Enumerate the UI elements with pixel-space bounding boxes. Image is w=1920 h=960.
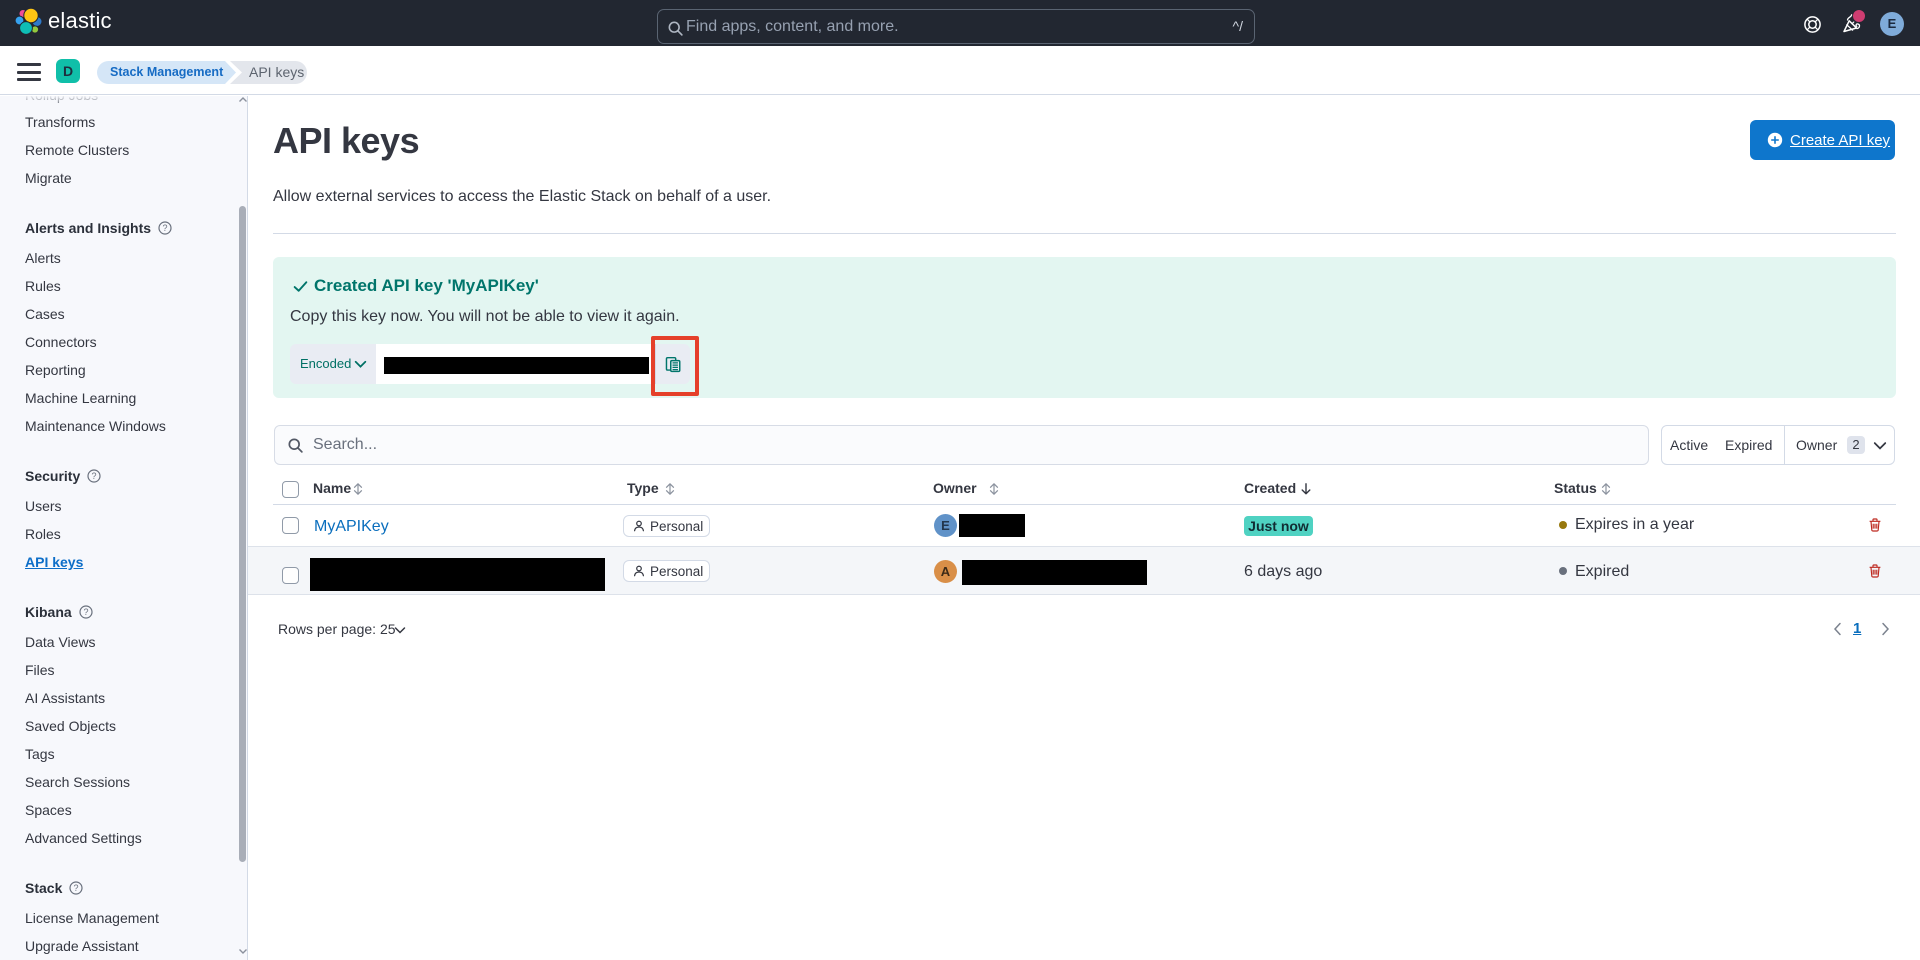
- svg-text:?: ?: [163, 223, 168, 233]
- svg-text:?: ?: [83, 607, 88, 617]
- svg-text:?: ?: [74, 883, 79, 893]
- svg-text:?: ?: [92, 471, 97, 481]
